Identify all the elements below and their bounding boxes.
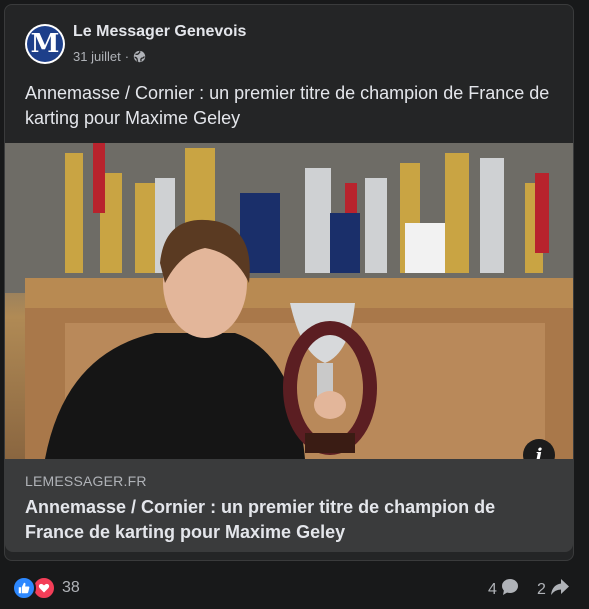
post-card: M Le Messager Genevois 31 juillet · Anne…	[4, 4, 574, 561]
share-count: 2	[537, 580, 546, 598]
reaction-count: 38	[62, 579, 80, 596]
avatar[interactable]: M	[25, 24, 65, 64]
trophy-photo	[5, 143, 573, 459]
post-footer: 38 4 2	[0, 566, 589, 609]
share-icon	[550, 578, 570, 601]
globe-icon	[133, 50, 146, 63]
post-caption: Annemasse / Cornier : un premier titre d…	[25, 83, 550, 128]
post-meta: 31 juillet ·	[73, 49, 146, 64]
like-icon	[12, 576, 36, 600]
post-image[interactable]: i	[5, 143, 573, 459]
reactions-summary[interactable]: 38	[12, 576, 80, 600]
comments-count-link[interactable]: 4	[488, 578, 519, 601]
comment-count: 4	[488, 580, 497, 598]
shares-count-link[interactable]: 2	[537, 578, 570, 601]
post-date[interactable]: 31 juillet	[73, 49, 121, 64]
link-domain: LEMESSAGER.FR	[25, 473, 147, 489]
avatar-logo: M	[27, 26, 63, 62]
link-title[interactable]: Annemasse / Cornier : un premier titre d…	[25, 495, 555, 545]
page-name-link[interactable]: Le Messager Genevois	[73, 23, 246, 41]
comment-icon	[501, 578, 519, 601]
meta-separator: ·	[124, 49, 130, 64]
link-preview[interactable]: LEMESSAGER.FR Annemasse / Cornier : un p…	[5, 459, 573, 552]
post-header: M Le Messager Genevois 31 juillet ·	[25, 19, 545, 69]
